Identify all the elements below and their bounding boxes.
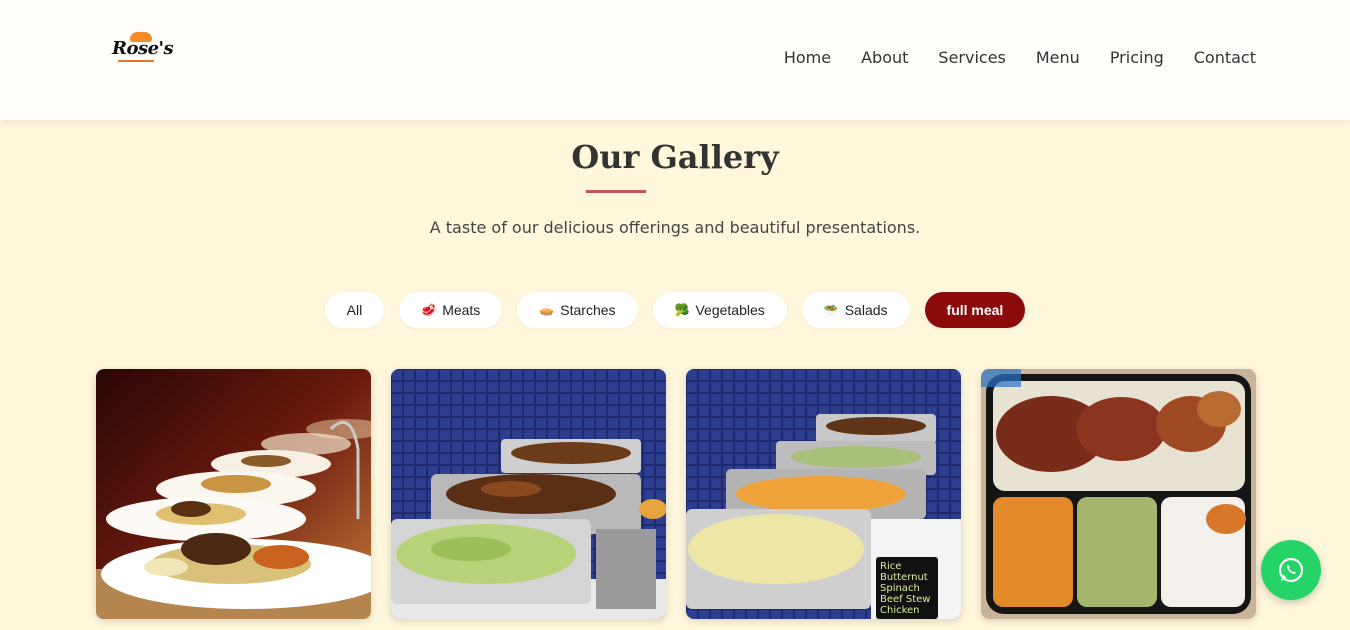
meat-icon: 🥩	[421, 303, 437, 317]
filter-label: full meal	[946, 302, 1004, 318]
chalkboard-sign-text: Spinach	[880, 583, 920, 594]
nav-menu[interactable]: Menu	[1036, 48, 1080, 67]
salad-icon: 🥗	[823, 303, 839, 317]
logo-text: Rose's	[112, 38, 174, 59]
filter-label: Salads	[844, 302, 888, 318]
filter-all[interactable]: All	[324, 292, 385, 328]
buffet-stew-and-spinach-photo[interactable]	[391, 369, 666, 619]
nav-about[interactable]: About	[861, 48, 908, 67]
filter-label: Vegetables	[695, 302, 765, 318]
filter-meats[interactable]: 🥩 Meats	[399, 292, 503, 328]
nav-home[interactable]: Home	[784, 48, 831, 67]
brand-logo[interactable]: Rose's	[108, 32, 174, 68]
whatsapp-icon	[1278, 557, 1304, 583]
logo-underline	[118, 60, 154, 62]
filter-full-meal[interactable]: full meal	[924, 292, 1026, 328]
filter-vegetables[interactable]: 🥦 Vegetables	[652, 292, 787, 328]
gallery-title: Our Gallery	[571, 138, 779, 176]
buffet-rice-and-butternut-photo[interactable]: Rice Butternut Spinach Beef Stew Chicken	[686, 369, 961, 619]
gallery-filters: All 🥩 Meats 🥧 Starches 🥦 Vegetables 🥗 Sa…	[0, 292, 1350, 328]
chalkboard-sign-text: Beef Stew	[880, 594, 930, 605]
filter-starches[interactable]: 🥧 Starches	[517, 292, 638, 328]
whatsapp-chat-button[interactable]	[1261, 540, 1321, 600]
plated-meals-photo[interactable]	[96, 369, 371, 619]
chalkboard-sign-text: Rice	[880, 561, 901, 572]
takeaway-meal-box-photo[interactable]	[981, 369, 1256, 619]
filter-label: Meats	[442, 302, 481, 318]
filter-label: Starches	[560, 302, 616, 318]
main-nav: Home About Services Menu Pricing Contact	[784, 48, 1256, 67]
title-underline	[586, 190, 646, 193]
pie-icon: 🥧	[539, 303, 555, 317]
broccoli-icon: 🥦	[674, 303, 690, 317]
chalkboard-sign-text: Butternut	[880, 572, 928, 583]
site-header: Rose's Home About Services Menu Pricing …	[0, 0, 1350, 120]
nav-contact[interactable]: Contact	[1194, 48, 1256, 67]
filter-salads[interactable]: 🥗 Salads	[801, 292, 910, 328]
gallery-subtitle: A taste of our delicious offerings and b…	[429, 218, 921, 237]
nav-pricing[interactable]: Pricing	[1110, 48, 1164, 67]
gallery-grid: Rice Butternut Spinach Beef Stew Chicken	[96, 369, 1256, 619]
filter-label: All	[346, 302, 363, 318]
nav-services[interactable]: Services	[938, 48, 1005, 67]
chalkboard-sign-text: Chicken	[880, 605, 920, 616]
